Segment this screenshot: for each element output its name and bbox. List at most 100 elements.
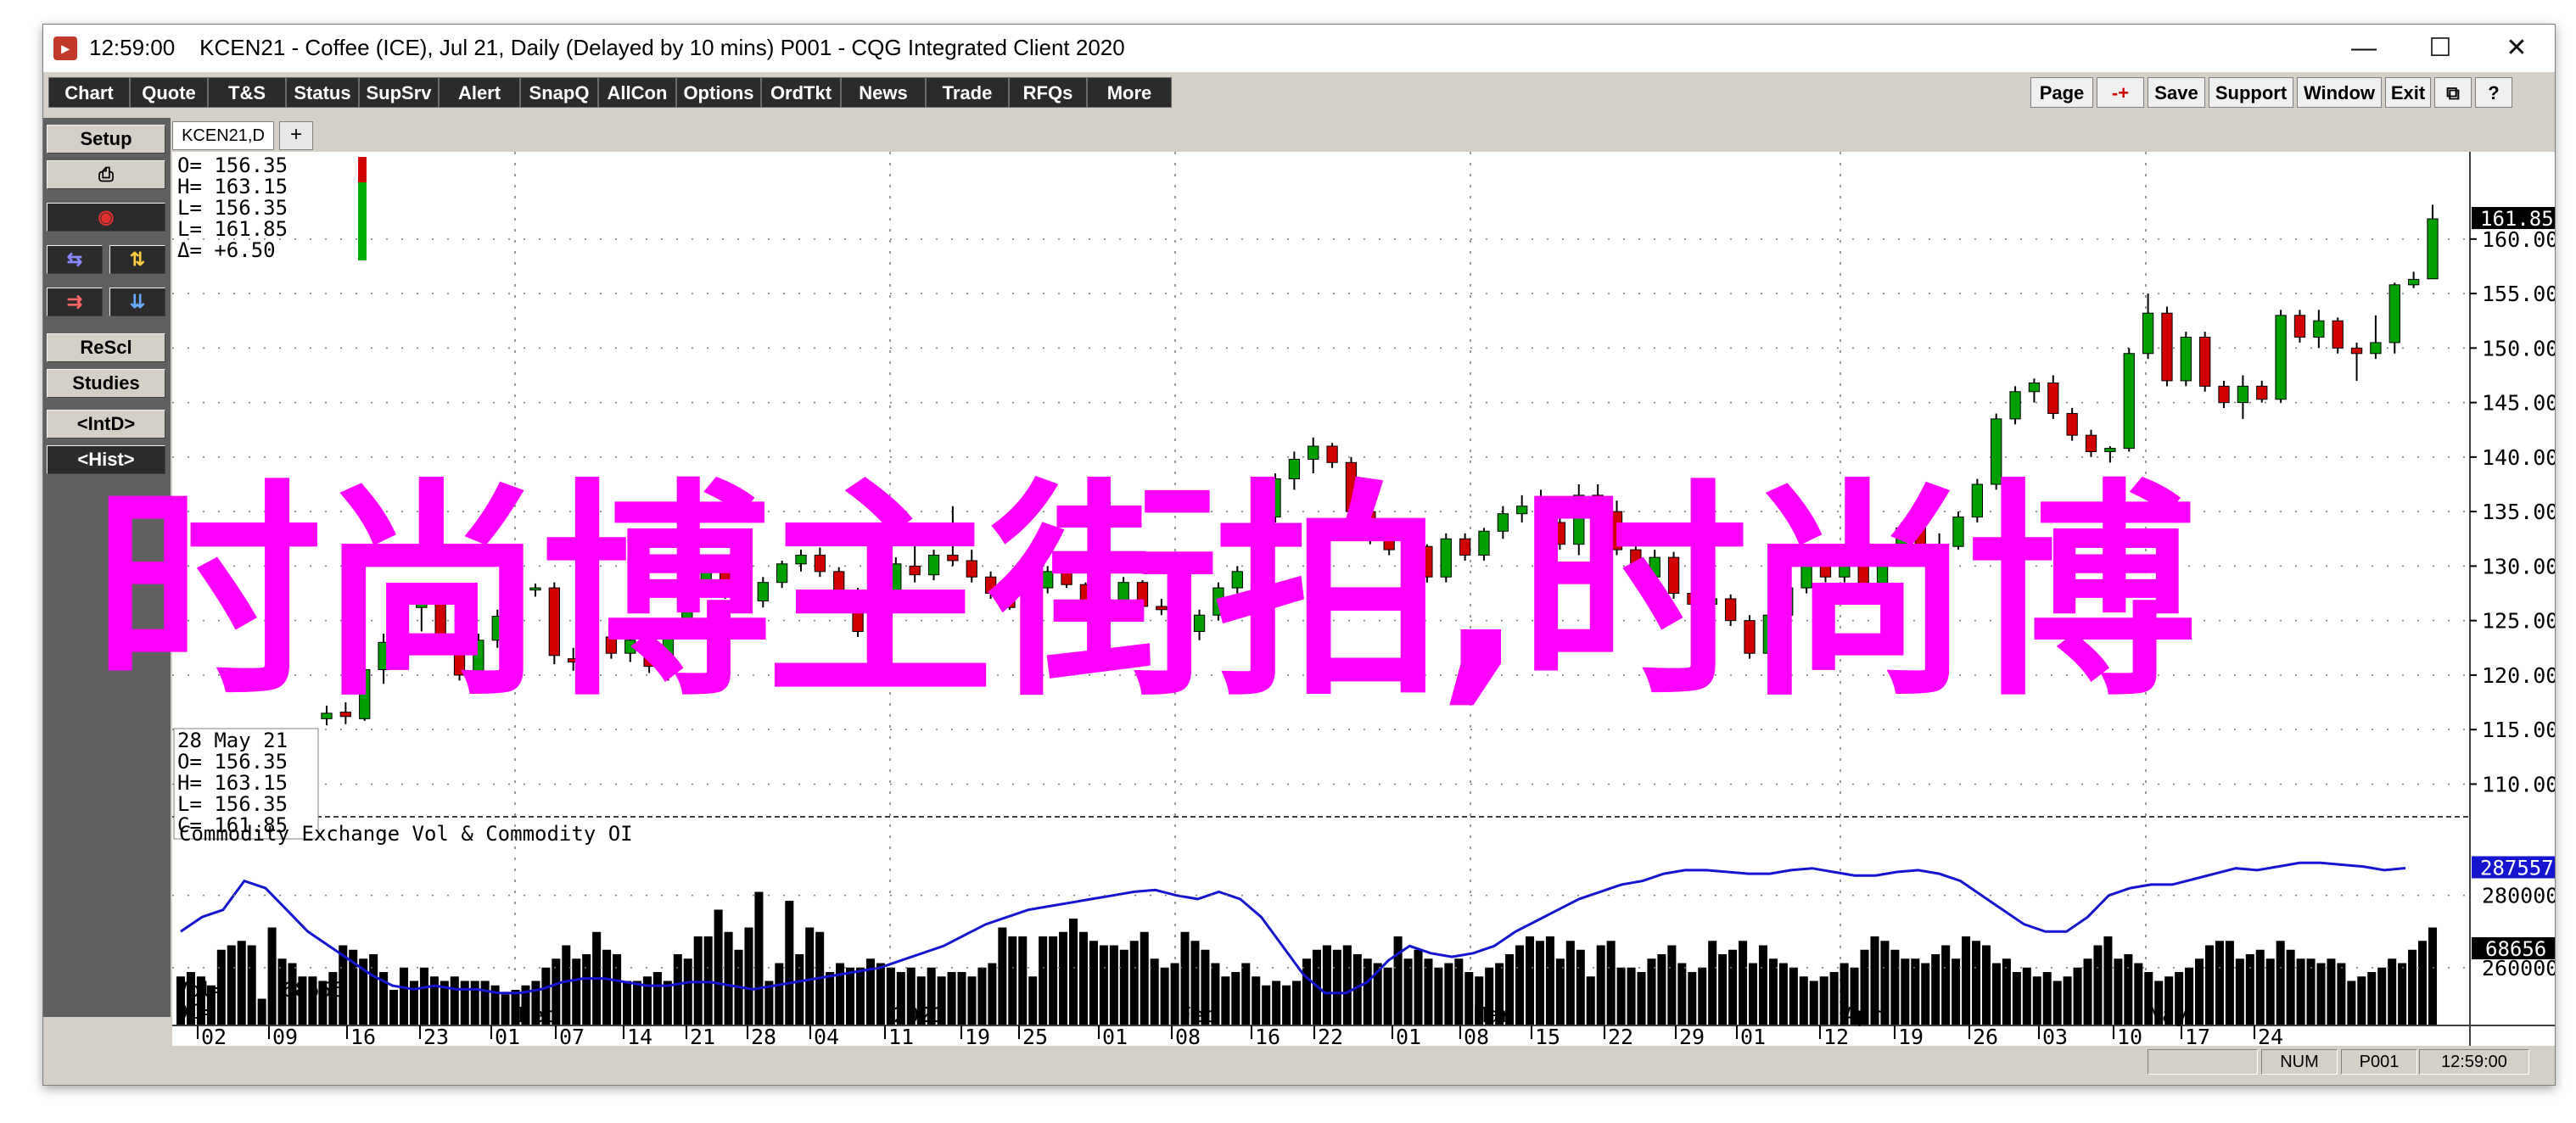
volume-bar xyxy=(1424,958,1433,1025)
mini-candle xyxy=(358,157,367,260)
toolbar-more-button[interactable]: More xyxy=(1087,77,1172,108)
volume-bar xyxy=(1616,967,1626,1025)
volume-bar xyxy=(2316,963,2326,1025)
scroll-vertical-button[interactable]: ⇅ xyxy=(109,245,165,274)
print-button[interactable]: ⎙ xyxy=(47,160,165,189)
toolbar-ts-button[interactable]: T&S xyxy=(208,77,286,108)
toolbar-page-button[interactable]: Page xyxy=(2030,77,2093,108)
volume-bar xyxy=(642,976,652,1025)
toolbar-window-button[interactable]: Window xyxy=(2297,77,2382,108)
volume-bar xyxy=(1941,945,1951,1025)
month-label: Feb xyxy=(1179,1003,1217,1027)
toolbar-allcon-button[interactable]: AllCon xyxy=(598,77,676,108)
toolbar-exit-button[interactable]: Exit xyxy=(2385,77,2431,108)
volume-bar xyxy=(1069,919,1078,1025)
toolbar-chart-button[interactable]: Chart xyxy=(48,77,130,108)
price-tick-label: 150.00 xyxy=(2482,336,2555,360)
toolbar-alert-button[interactable]: Alert xyxy=(439,77,520,108)
volume-bar xyxy=(602,949,612,1025)
volume-bar xyxy=(1464,972,1474,1025)
maximize-button[interactable]: ☐ xyxy=(2402,25,2478,72)
volume-bar xyxy=(419,967,428,1025)
toolbar-support-button[interactable]: Support xyxy=(2209,77,2293,108)
studies-button[interactable]: Studies xyxy=(47,369,165,398)
volume-bar xyxy=(622,981,632,1025)
rescale-button[interactable]: ReScl xyxy=(47,333,165,362)
setup-button[interactable]: Setup xyxy=(47,125,165,154)
volume-bar xyxy=(480,981,490,1025)
month-label: Apr xyxy=(1844,1003,1882,1027)
intraday-button[interactable]: <IntD> xyxy=(47,410,165,439)
volume-bar xyxy=(2388,958,2397,1025)
compress-horizontal-button[interactable]: ⇉ xyxy=(47,288,103,316)
add-tab-button[interactable]: + xyxy=(279,121,313,150)
volume-bar xyxy=(1962,936,1971,1025)
date-tick-label: 17 xyxy=(2185,1025,2210,1046)
toolbar-snapq-button[interactable]: SnapQ xyxy=(520,77,598,108)
toolbar-trade-button[interactable]: Trade xyxy=(926,77,1009,108)
volume-bar xyxy=(744,927,753,1025)
volume-bar xyxy=(1089,941,1098,1025)
volume-bar xyxy=(754,891,764,1025)
minimize-button[interactable]: — xyxy=(2326,25,2402,72)
volume-bar xyxy=(846,967,855,1025)
date-tick-label: 19 xyxy=(1898,1025,1924,1046)
candle-body xyxy=(2047,382,2059,414)
toolbar-rfqs-button[interactable]: RFQs xyxy=(1009,77,1087,108)
cursor-open: O= 156.35 xyxy=(177,750,288,774)
volume-bar xyxy=(2337,963,2346,1025)
volume-bar xyxy=(267,927,277,1025)
volume-bar xyxy=(2276,941,2285,1025)
compress-vertical-button[interactable]: ⇊ xyxy=(109,288,165,316)
volume-bar xyxy=(1444,963,1453,1025)
volume-bar xyxy=(947,972,956,1025)
volume-bar xyxy=(2093,945,2103,1025)
scroll-horizontal-button[interactable]: ⇆ xyxy=(47,245,103,274)
volume-bar xyxy=(2063,976,2072,1025)
volume-bar xyxy=(2124,954,2133,1025)
volume-bar xyxy=(967,976,977,1025)
toolbar-save-button[interactable]: Save xyxy=(2148,77,2205,108)
volume-bar xyxy=(1282,985,1291,1025)
volume-bar xyxy=(1150,958,1159,1025)
volume-bar xyxy=(1789,967,1798,1025)
candle-body xyxy=(2066,412,2078,436)
toolbar-options-button[interactable]: Options xyxy=(676,77,761,108)
toolbar-help-button[interactable]: ? xyxy=(2475,77,2512,108)
volume-bar xyxy=(957,972,966,1025)
volume-bar xyxy=(470,981,479,1025)
volume-bar xyxy=(632,981,641,1025)
arrows-horizontal-icon: ⇆ xyxy=(66,249,83,270)
volume-bar xyxy=(2204,945,2215,1025)
date-tick-label: 12 xyxy=(1823,1025,1849,1046)
volume-bar xyxy=(227,945,236,1025)
date-tick-label: 01 xyxy=(495,1025,520,1046)
date-tick-label: 29 xyxy=(1679,1025,1705,1046)
date-tick-label: 26 xyxy=(1973,1025,1998,1046)
toolbar-zoom-button[interactable]: -+ xyxy=(2097,77,2144,108)
price-tick-label: 155.00 xyxy=(2482,282,2555,306)
date-tick-label: 15 xyxy=(1535,1025,1560,1046)
volume-bar xyxy=(1901,958,1910,1025)
volume-bar xyxy=(2032,976,2041,1025)
toolbar-restore-button[interactable]: ⧉ xyxy=(2434,77,2472,108)
tab-kcen21[interactable]: KCEN21,D xyxy=(172,121,274,150)
toolbar-news-button[interactable]: News xyxy=(841,77,926,108)
volume-bar xyxy=(2357,976,2366,1025)
volume-bar xyxy=(1292,981,1302,1025)
candle-body xyxy=(2427,218,2439,280)
volume-bar xyxy=(2255,949,2265,1025)
record-button[interactable]: ◉ xyxy=(47,203,165,232)
toolbar-status-button[interactable]: Status xyxy=(286,77,359,108)
volume-bar xyxy=(501,994,510,1025)
ohlc-high: H= 163.15 xyxy=(177,175,288,198)
volume-bar xyxy=(2114,958,2123,1025)
volume-bar xyxy=(1799,976,1808,1025)
toolbar-quote-button[interactable]: Quote xyxy=(130,77,208,108)
toolbar-supsrv-button[interactable]: SupSrv xyxy=(359,77,439,108)
volume-bar xyxy=(1363,958,1372,1025)
date-tick-label: 11 xyxy=(888,1025,914,1046)
toolbar-ordtkt-button[interactable]: OrdTkt xyxy=(761,77,841,108)
close-button[interactable]: ✕ xyxy=(2478,25,2555,72)
month-label: Mar xyxy=(1474,1003,1512,1027)
